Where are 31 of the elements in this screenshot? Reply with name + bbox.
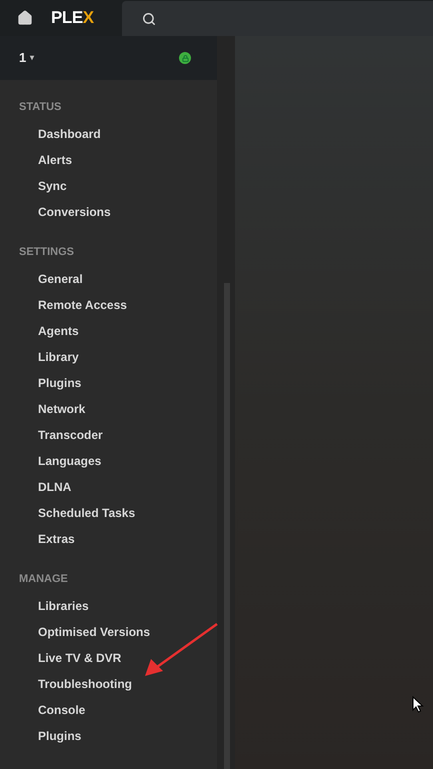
section-heading: MANAGE [18,573,69,586]
server-dropdown[interactable]: 1 ▾ [19,48,34,68]
sidebar-item[interactable]: Dashboard [0,121,217,147]
mouse-cursor-icon [412,696,424,713]
sidebar-item[interactable]: Live TV & DVR [0,645,217,671]
sidebar-item[interactable]: Optimised Versions [0,619,217,645]
sidebar-item[interactable]: Troubleshooting [0,671,217,697]
search-icon [142,12,156,26]
sidebar-item[interactable]: Libraries [0,593,217,619]
sidebar-item[interactable]: DLNA [0,474,217,500]
sidebar-item[interactable]: Network [0,396,217,422]
sidebar-item[interactable]: Plugins [0,370,217,396]
sidebar-item[interactable]: Plugins [0,723,217,749]
sidebar-item[interactable]: Conversions [0,199,217,225]
sidebar-item[interactable]: Remote Access [0,292,217,318]
sidebar-item[interactable]: Transcoder [0,422,217,448]
search-field[interactable] [122,1,433,36]
section-heading: SETTINGS [18,246,76,259]
home-icon[interactable] [17,10,33,26]
sidebar-item[interactable]: Extras [0,526,217,552]
sidebar-item[interactable]: Scheduled Tasks [0,500,217,526]
sidebar-item[interactable]: Sync [0,173,217,199]
section-heading: STATUS [18,101,62,114]
sidebar-item[interactable]: Languages [0,448,217,474]
sidebar-item[interactable]: Alerts [0,147,217,173]
lock-icon [182,54,188,62]
sidebar-item[interactable]: Console [0,697,217,723]
sidebar-item[interactable]: Library [0,344,217,370]
sidebar-item[interactable]: General [0,266,217,292]
sidebar-item[interactable]: Agents [0,318,217,344]
logo[interactable]: PLEX [51,5,94,31]
